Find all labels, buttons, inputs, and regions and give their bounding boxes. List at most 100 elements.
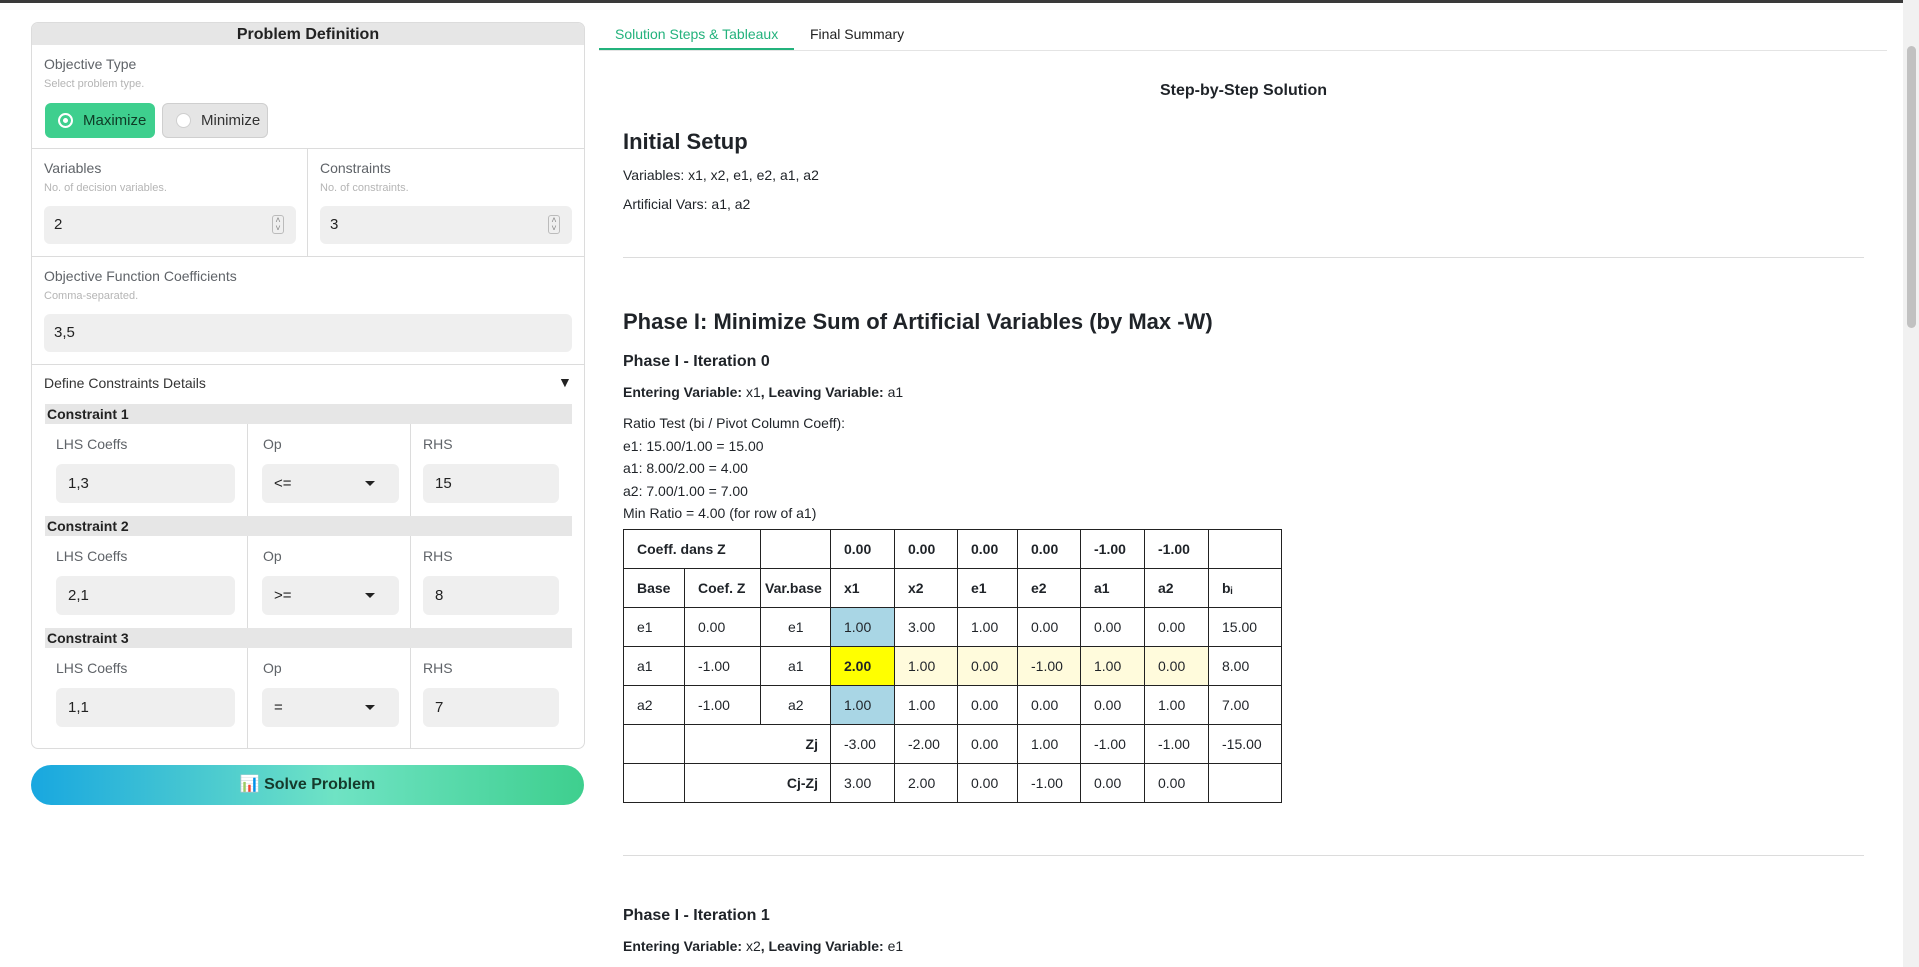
cell: 0.00 <box>1017 529 1081 569</box>
maximize-label: Maximize <box>83 112 147 129</box>
op-value: = <box>274 699 283 716</box>
header-cell: Coef. Z <box>684 568 761 608</box>
cell: -1.00 <box>684 685 761 725</box>
objective-coeffs-hint: Comma-separated. <box>44 290 139 302</box>
spinner-icon[interactable]: ˄ ˅ <box>548 215 560 234</box>
problem-definition-panel: Problem Definition Objective Type Select… <box>31 22 585 749</box>
cell: 0.00 <box>1080 607 1145 647</box>
cell: -1.00 <box>1080 529 1145 569</box>
iteration-1-title: Phase I - Iteration 1 <box>623 907 770 924</box>
entering-label: Entering Variable: <box>623 384 743 400</box>
divider <box>247 536 248 636</box>
cell: 3.00 <box>830 763 895 803</box>
tab-final-summary[interactable]: Final Summary <box>794 22 920 50</box>
leaving-value: e1 <box>887 938 904 954</box>
lhs-label: LHS Coeffs <box>56 660 128 676</box>
pivot-cell: 2.00 <box>830 646 895 686</box>
dropdown-arrow-icon <box>365 593 375 598</box>
page-scrollbar[interactable] <box>1903 0 1919 967</box>
header-cell: x2 <box>894 568 958 608</box>
constraint-3-rhs-input[interactable]: 7 <box>423 688 559 727</box>
maximize-toggle[interactable]: Maximize <box>45 103 155 138</box>
pivot-row-cell: 1.00 <box>894 646 958 686</box>
pivot-row-cell: 0.00 <box>1144 646 1209 686</box>
solution-heading: Step-by-Step Solution <box>1159 82 1328 99</box>
ratio-test: Ratio Test (bi / Pivot Column Coeff): e1… <box>623 412 845 525</box>
leaving-value: a1 <box>887 384 904 400</box>
header-cell: e2 <box>1017 568 1081 608</box>
cell: 0.00 <box>684 607 761 647</box>
ratio-line: a1: 8.00/2.00 = 4.00 <box>623 460 748 476</box>
constraints-input[interactable]: 3 ˄ ˅ <box>320 206 572 244</box>
divider <box>32 364 584 365</box>
header-cell: a2 <box>1144 568 1209 608</box>
cell: -2.00 <box>894 724 958 764</box>
panel-title: Problem Definition <box>32 23 584 45</box>
lhs-label: LHS Coeffs <box>56 548 128 564</box>
cell: -3.00 <box>830 724 895 764</box>
initial-setup-title: Initial Setup <box>623 129 748 154</box>
cell: 0.00 <box>1017 607 1081 647</box>
op-label: Op <box>263 436 282 452</box>
solve-problem-button[interactable]: 📊 Solve Problem <box>31 765 584 805</box>
cell: -1.00 <box>1144 724 1209 764</box>
collapse-toggle-icon[interactable]: ▼ <box>558 374 572 390</box>
header-cell: Base <box>623 568 685 608</box>
iteration-1-variables: Entering Variable: x2, Leaving Variable:… <box>623 938 904 954</box>
constraint-2-rhs-input[interactable]: 8 <box>423 576 559 615</box>
entering-label: Entering Variable: <box>623 938 743 954</box>
op-value: >= <box>274 587 292 604</box>
op-label: Op <box>263 548 282 564</box>
cell: 3.00 <box>894 607 958 647</box>
radio-selected-icon <box>58 113 73 128</box>
objective-coeffs-input[interactable]: 3,5 <box>44 314 572 352</box>
spinner-icon[interactable]: ˄ ˅ <box>272 215 284 234</box>
op-value: <= <box>274 475 292 492</box>
cell: a1 <box>623 646 685 686</box>
constraint-1-op-select[interactable]: <= <box>262 464 399 503</box>
constraint-1-lhs-input[interactable]: 1,3 <box>56 464 235 503</box>
op-label: Op <box>263 660 282 676</box>
cell: 0.00 <box>1144 763 1209 803</box>
cell: 0.00 <box>957 529 1018 569</box>
objective-coeffs-label: Objective Function Coefficients <box>44 268 237 284</box>
header-cell: Var.base <box>760 568 831 608</box>
pivot-row-cell: -1.00 <box>1017 646 1081 686</box>
cell: e1 <box>623 607 685 647</box>
minimize-toggle[interactable]: Minimize <box>162 103 268 138</box>
table-row: a2 -1.00 a2 1.00 1.00 0.00 0.00 0.00 1.0… <box>623 685 1282 725</box>
cell: e1 <box>760 607 831 647</box>
divider <box>410 648 411 748</box>
divider <box>410 536 411 636</box>
cell: 0.00 <box>1017 685 1081 725</box>
constraints-hint: No. of constraints. <box>320 182 409 194</box>
pivot-column-cell: 1.00 <box>830 607 895 647</box>
artificial-vars-text: Artificial Vars: a1, a2 <box>623 196 751 212</box>
header-cell: e1 <box>957 568 1018 608</box>
constraint-2-op-select[interactable]: >= <box>262 576 399 615</box>
constraint-3-lhs-input[interactable]: 1,1 <box>56 688 235 727</box>
cell: 0.00 <box>1144 607 1209 647</box>
entering-value: x2 <box>745 938 761 954</box>
tab-solution-steps[interactable]: Solution Steps & Tableaux <box>599 22 795 50</box>
variables-value: 2 <box>54 216 63 233</box>
constraints-details-label[interactable]: Define Constraints Details <box>44 375 206 391</box>
cell: 8.00 <box>1208 646 1282 686</box>
variables-label: Variables <box>44 160 102 176</box>
constraint-1-rhs-input[interactable]: 15 <box>423 464 559 503</box>
cell <box>623 763 685 803</box>
cell: 0.00 <box>957 685 1018 725</box>
entering-value: x1 <box>745 384 761 400</box>
variables-input[interactable]: 2 ˄ ˅ <box>44 206 296 244</box>
header-cell: x1 <box>830 568 895 608</box>
constraint-3-op-select[interactable]: = <box>262 688 399 727</box>
constraint-2-lhs-input[interactable]: 2,1 <box>56 576 235 615</box>
divider <box>410 424 411 524</box>
scrollbar-thumb[interactable] <box>1907 46 1916 328</box>
pivot-row-cell: 1.00 <box>1080 646 1145 686</box>
cell: a2 <box>623 685 685 725</box>
cell: 1.00 <box>957 607 1018 647</box>
cell: -1.00 <box>684 646 761 686</box>
iteration-0-title: Phase I - Iteration 0 <box>623 353 770 370</box>
dropdown-arrow-icon <box>365 705 375 710</box>
